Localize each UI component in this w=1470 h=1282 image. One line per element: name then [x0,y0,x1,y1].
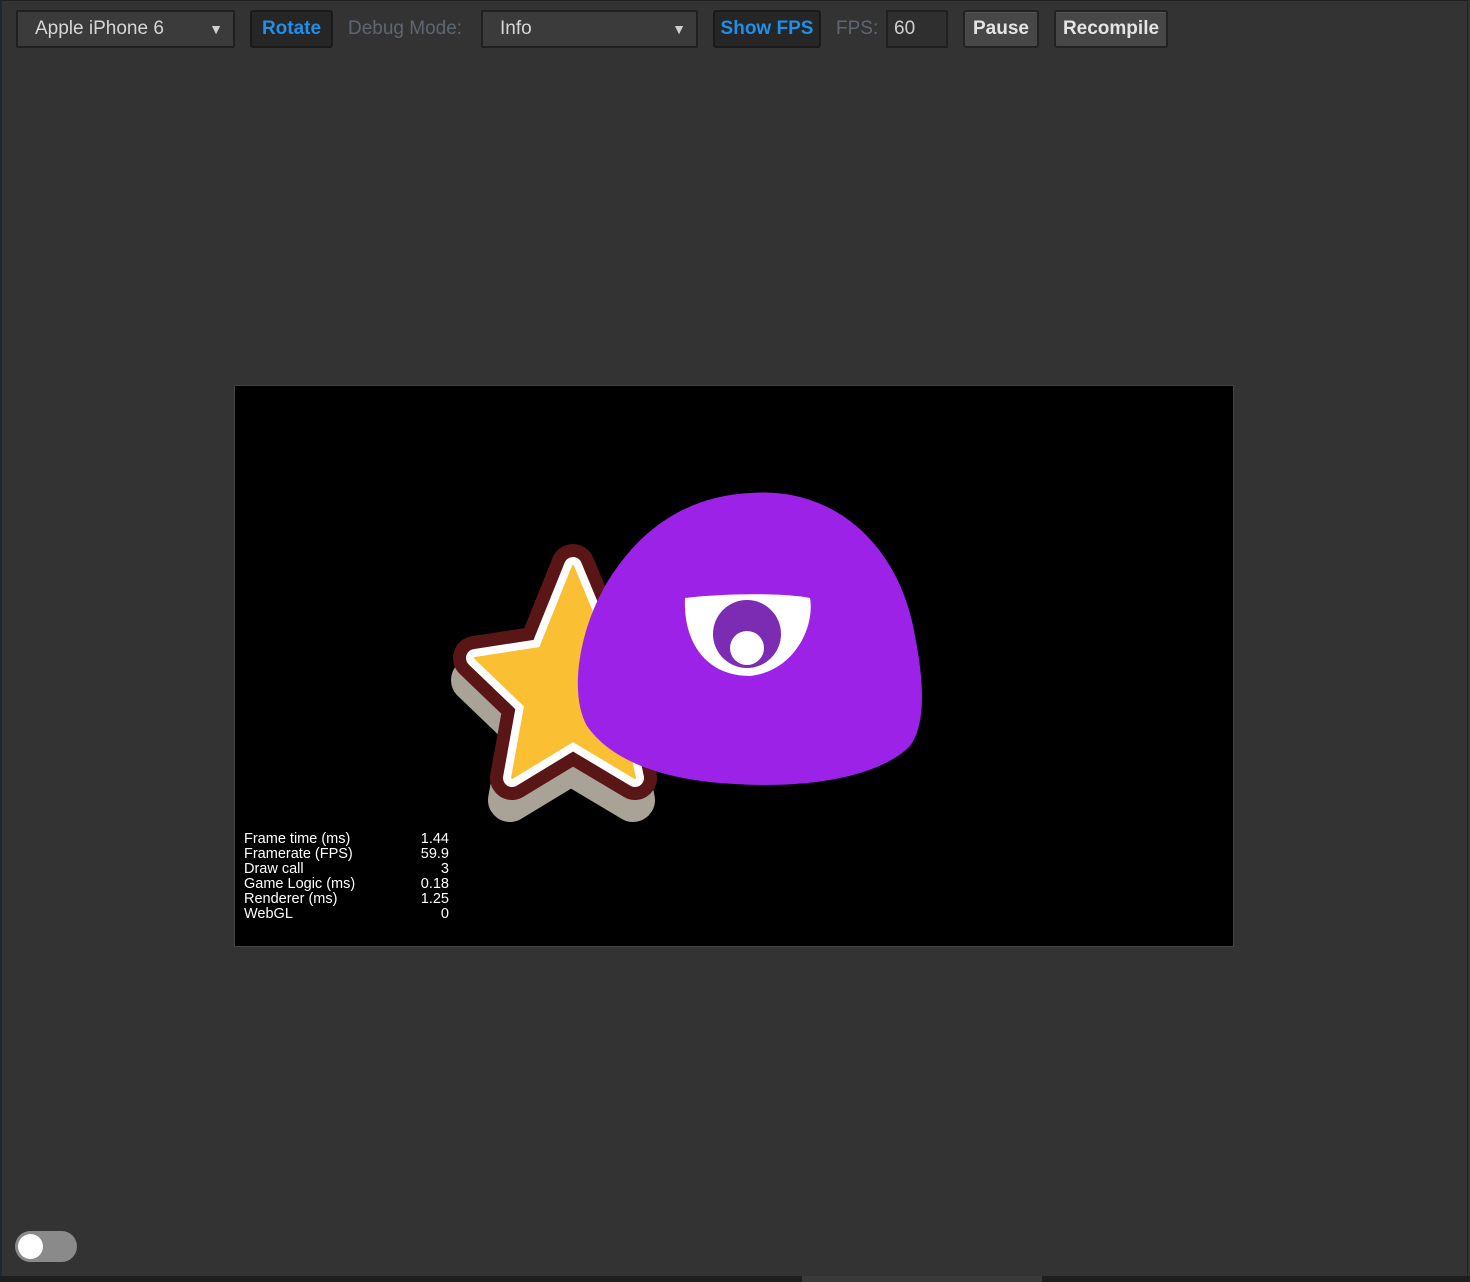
debug-mode-label: Debug Mode: [348,18,463,39]
fps-label: FPS: [836,18,879,39]
scrollbar-thumb[interactable] [802,1276,1042,1282]
debug-mode-select-value: Info [500,18,532,39]
device-select-value: Apple iPhone 6 [35,18,164,39]
stats-value: 1.25 [420,891,449,907]
game-canvas[interactable]: Frame time (ms) 1.44 Framerate (FPS) 59.… [234,385,1234,947]
toggle-switch[interactable] [15,1231,77,1262]
stats-value: 59.9 [420,846,449,862]
stats-overlay: Frame time (ms) 1.44 Framerate (FPS) 59.… [244,832,449,922]
stats-row: Framerate (FPS) 59.9 [244,847,449,862]
stats-value: 1.44 [420,831,449,847]
horizontal-scrollbar[interactable] [0,1276,1470,1282]
stats-label: Renderer (ms) [244,891,338,907]
stats-row: Frame time (ms) 1.44 [244,832,449,847]
rotate-button[interactable]: Rotate [250,10,333,48]
stats-label: Game Logic (ms) [244,876,356,892]
stats-row: Draw call 3 [244,862,449,877]
stats-row: WebGL 0 [244,907,449,922]
stats-value: 0 [440,906,449,922]
stats-value: 0.18 [420,876,449,892]
pause-button[interactable]: Pause [963,10,1039,48]
stats-label: WebGL [244,906,293,922]
stats-row: Game Logic (ms) 0.18 [244,877,449,892]
recompile-button[interactable]: Recompile [1054,10,1168,48]
toggle-knob [18,1234,43,1259]
device-select[interactable]: Apple iPhone 6 ▼ [16,10,235,48]
stats-label: Draw call [244,861,304,877]
blob-character-icon [577,492,922,786]
caret-down-icon: ▼ [209,21,223,37]
stats-label: Framerate (FPS) [244,846,353,862]
caret-down-icon: ▼ [672,21,686,37]
fps-input[interactable]: 60 [886,10,948,48]
show-fps-button[interactable]: Show FPS [713,10,821,48]
debug-mode-select[interactable]: Info ▼ [481,10,698,48]
stats-row: Renderer (ms) 1.25 [244,892,449,907]
toolbar: Apple iPhone 6 ▼ Rotate Debug Mode: Info… [0,0,1470,60]
stats-label: Frame time (ms) [244,831,351,847]
stats-value: 3 [440,861,449,877]
